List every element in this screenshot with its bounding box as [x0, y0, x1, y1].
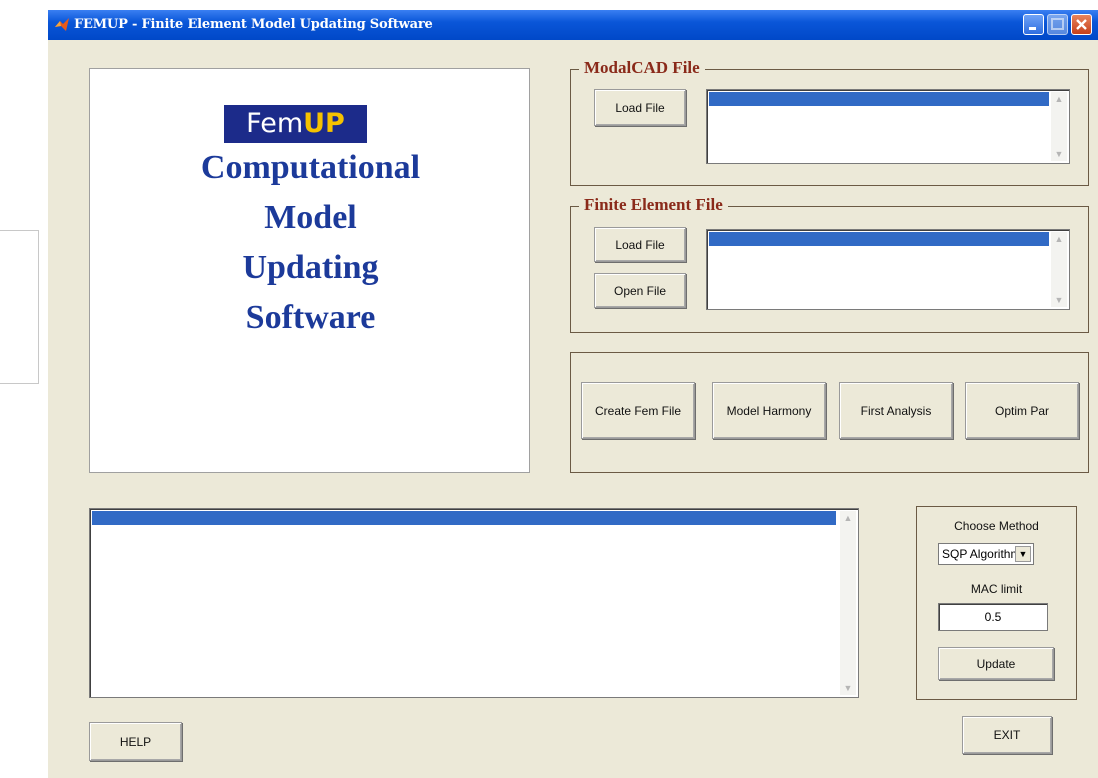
optim-par-button[interactable]: Optim Par [965, 382, 1079, 439]
mac-limit-label: MAC limit [970, 582, 1023, 596]
logo-prefix: Fem [246, 108, 304, 139]
logo-line-1: Computational [200, 149, 421, 186]
first-analysis-button[interactable]: First Analysis [839, 382, 953, 439]
fe-load-button[interactable]: Load File [594, 227, 686, 262]
exit-button[interactable]: EXIT [962, 716, 1052, 754]
method-group: Choose Method SQP Algorithm ▼ MAC limit … [916, 506, 1077, 700]
window-title: FEMUP - Finite Element Model Updating So… [74, 17, 433, 32]
results-header-row: Mode Experimental Frequency (Hz) Theoret… [92, 511, 836, 594]
title-bar: FEMUP - Finite Element Model Updating So… [48, 10, 1098, 40]
scroll-down-icon[interactable]: ▼ [1054, 150, 1064, 159]
col-experimental-frequency: Experimental Frequency (Hz) [148, 540, 292, 552]
minimize-icon [1029, 27, 1036, 30]
modalcad-group: ModalCAD File Load File ▲ ▼ [570, 58, 1089, 186]
method-select[interactable]: SQP Algorithm ▼ [938, 543, 1034, 565]
logo-line-3: Updating [242, 249, 379, 286]
modalcad-legend: ModalCAD File [579, 58, 705, 78]
update-button[interactable]: Update [938, 647, 1054, 680]
logo-line-2: Model [264, 199, 357, 236]
modalcad-selected-row[interactable] [709, 92, 1049, 106]
col-mode: Mode [95, 526, 123, 538]
logo-line-4: Software [245, 299, 376, 336]
maximize-button[interactable] [1047, 14, 1068, 35]
modalcad-load-button[interactable]: Load File [594, 89, 686, 126]
choose-method-label: Choose Method [954, 519, 1039, 533]
model-harmony-button[interactable]: Model Harmony [712, 382, 826, 439]
app-window: FEMUP - Finite Element Model Updating So… [48, 10, 1098, 778]
close-icon [1076, 19, 1087, 30]
col-correlation: Correlation (%) [482, 568, 556, 580]
create-fem-file-button[interactable]: Create Fem File [581, 382, 695, 439]
maximize-icon [1051, 18, 1064, 30]
mac-limit-input[interactable]: 0.5 [938, 603, 1048, 631]
page-side-tab [0, 230, 39, 384]
fe-selected-row[interactable] [709, 232, 1049, 246]
femup-logo: FemUP [224, 105, 367, 143]
finite-element-group: Finite Element File Load File Open File … [570, 195, 1089, 333]
help-button[interactable]: HELP [89, 722, 182, 761]
scroll-up-icon[interactable]: ▲ [843, 514, 853, 523]
actions-group: Create Fem File Model Harmony First Anal… [570, 352, 1089, 473]
method-select-value: SQP Algorithm [942, 547, 1021, 561]
close-button[interactable] [1071, 14, 1092, 35]
logo-suffix: UP [303, 108, 345, 139]
logo-panel: FemUP Computational Model Updating Softw… [89, 68, 530, 473]
results-listbox[interactable]: Mode Experimental Frequency (Hz) Theoret… [89, 508, 859, 698]
fe-listbox[interactable]: ▲ ▼ [706, 229, 1070, 310]
minimize-button[interactable] [1023, 14, 1044, 35]
scroll-up-icon[interactable]: ▲ [1054, 235, 1064, 244]
modalcad-scrollbar[interactable]: ▲ ▼ [1051, 92, 1067, 161]
scroll-up-icon[interactable]: ▲ [1054, 95, 1064, 104]
modalcad-listbox[interactable]: ▲ ▼ [706, 89, 1070, 164]
scroll-down-icon[interactable]: ▼ [1054, 296, 1064, 305]
col-theoretical-frequency: Theoretical Frequency(Hz) [320, 554, 451, 566]
fe-scrollbar[interactable]: ▲ ▼ [1051, 232, 1067, 307]
scroll-down-icon[interactable]: ▼ [843, 684, 853, 693]
fe-open-button[interactable]: Open File [594, 273, 686, 308]
dropdown-arrow-icon[interactable]: ▼ [1015, 546, 1031, 562]
results-scrollbar[interactable]: ▲ ▼ [840, 511, 856, 695]
finite-element-legend: Finite Element File [579, 195, 728, 215]
matlab-icon [55, 18, 69, 31]
col-mac: MAC [582, 582, 607, 594]
